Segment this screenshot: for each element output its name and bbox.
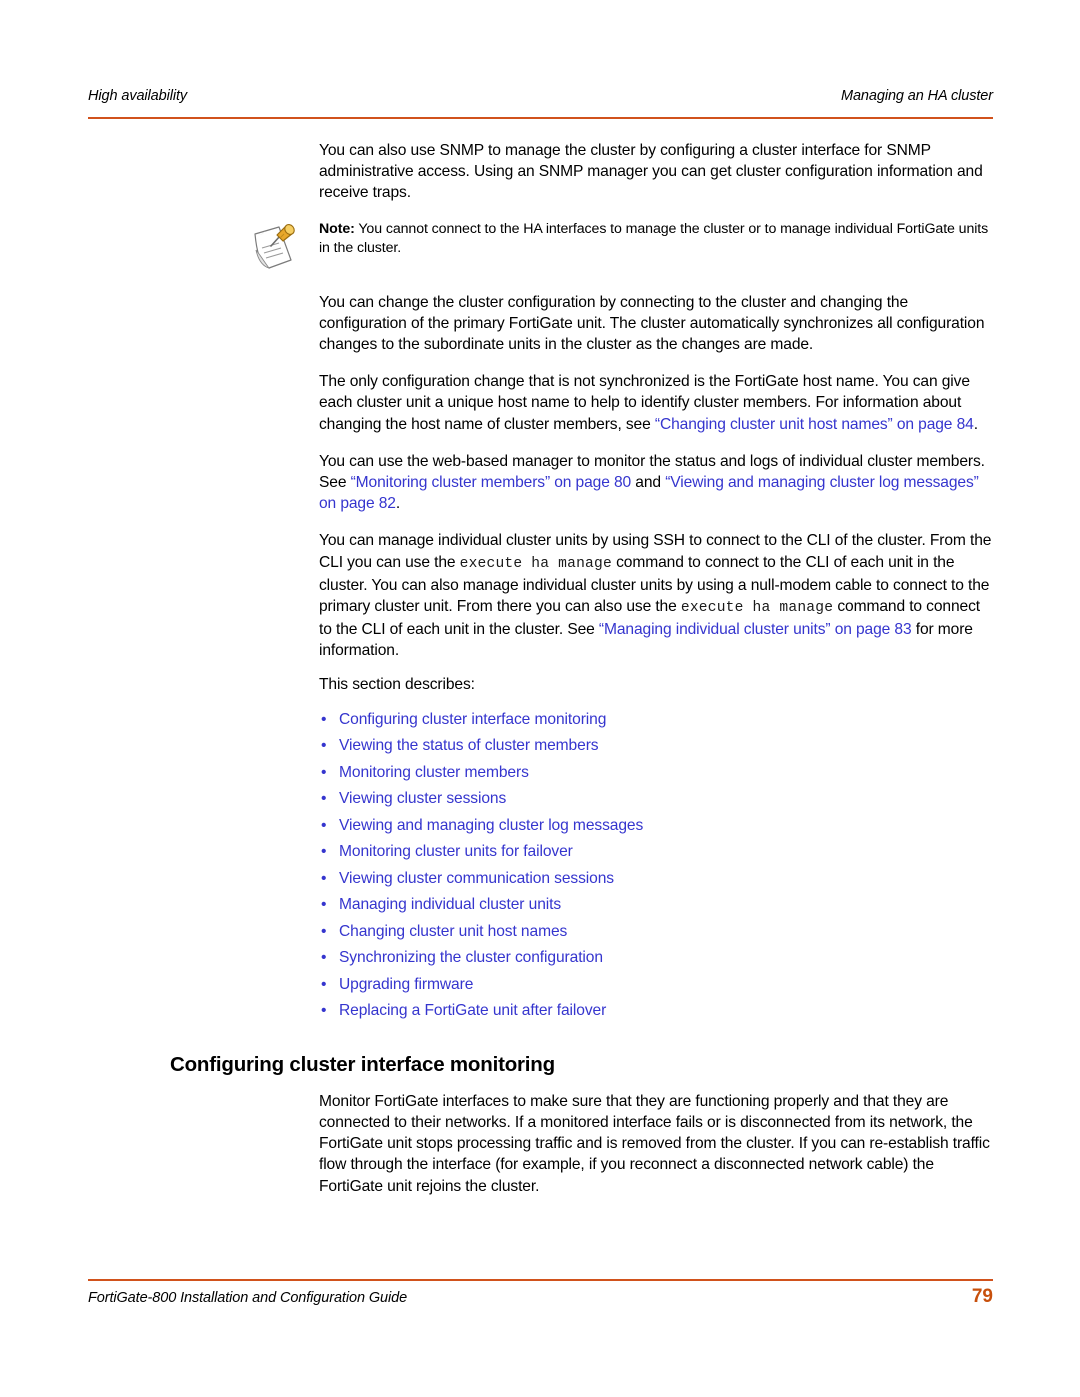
paragraph-web-manager: You can use the web-based manager to mon… — [319, 451, 993, 515]
list-item[interactable]: • Monitoring cluster units for failover — [319, 839, 999, 866]
list-item-label[interactable]: Monitoring cluster units for failover — [339, 843, 573, 860]
note-text: Note: You cannot connect to the HA inter… — [319, 220, 995, 259]
paragraph-snmp: You can also use SNMP to manage the clus… — [319, 142, 983, 202]
running-header: High availability Managing an HA cluster — [88, 88, 993, 104]
list-item[interactable]: • Viewing and managing cluster log messag… — [319, 813, 999, 840]
bullet-marker-icon: • — [321, 843, 327, 861]
paragraph-hostname-text-2: . — [973, 415, 978, 433]
list-item-label[interactable]: Viewing cluster communication sessions — [339, 870, 614, 887]
bullet-marker-icon: • — [321, 737, 327, 755]
paragraph-ssh-cli: You can manage individual cluster units … — [319, 530, 993, 661]
list-item-label[interactable]: Upgrading firmware — [339, 976, 473, 993]
footer-guide-title: FortiGate-800 Installation and Configura… — [88, 1290, 408, 1306]
list-item-label[interactable]: Changing cluster unit host names — [339, 923, 567, 940]
list-item[interactable]: • Changing cluster unit host names — [319, 919, 999, 946]
list-item[interactable]: • Monitoring cluster members — [319, 760, 999, 787]
list-item[interactable]: • Viewing the status of cluster members — [319, 733, 999, 760]
list-item[interactable]: • Configuring cluster interface monitorin… — [319, 707, 999, 734]
bullet-marker-icon: • — [321, 790, 327, 808]
section-heading: Configuring cluster interface monitoring — [170, 1052, 555, 1076]
document-page: High availability Managing an HA cluster… — [0, 0, 1080, 1397]
list-item-label[interactable]: Viewing cluster sessions — [339, 790, 506, 807]
link-managing-individual-cluster-units[interactable]: “Managing individual cluster units” on p… — [599, 621, 912, 638]
list-item[interactable]: • Viewing cluster sessions — [319, 786, 999, 813]
list-item-label[interactable]: Viewing and managing cluster log message… — [339, 817, 643, 834]
bullet-marker-icon: • — [321, 922, 327, 940]
link-changing-cluster-unit-host-names[interactable]: “Changing cluster unit host names” on pa… — [655, 416, 974, 433]
bullet-marker-icon: • — [321, 975, 327, 993]
page-content: You can also use SNMP to manage the clus… — [0, 140, 1080, 1213]
page-footer: FortiGate-800 Installation and Configura… — [88, 1286, 993, 1308]
header-divider-rule — [88, 117, 993, 119]
list-item-label[interactable]: Viewing the status of cluster members — [339, 737, 599, 754]
list-item[interactable]: • Replacing a FortiGate unit after failov… — [319, 998, 999, 1025]
bullet-marker-icon: • — [321, 949, 327, 967]
bullet-marker-icon: • — [321, 1002, 327, 1020]
bullet-marker-icon: • — [321, 896, 327, 914]
cli-command-execute-ha-manage-1: execute ha manage — [459, 555, 612, 572]
cli-command-execute-ha-manage-2: execute ha manage — [680, 600, 834, 617]
footer-divider-rule — [88, 1279, 993, 1281]
list-item[interactable]: • Synchronizing the cluster configuration — [319, 945, 999, 972]
list-item-label[interactable]: Configuring cluster interface monitoring — [339, 711, 606, 728]
paragraph-web-manager-text-2: and — [631, 474, 666, 492]
link-monitoring-cluster-members[interactable]: “Monitoring cluster members” on page 80 — [351, 474, 632, 491]
list-item-label[interactable]: Managing individual cluster units — [339, 896, 561, 913]
footer-page-number: 79 — [971, 1286, 993, 1307]
note-label: Note: — [319, 220, 355, 237]
bullet-marker-icon: • — [321, 763, 327, 781]
section-topic-list: • Configuring cluster interface monitorin… — [0, 707, 1080, 1025]
bullet-marker-icon: • — [321, 869, 327, 887]
list-item-label[interactable]: Replacing a FortiGate unit after failove… — [339, 1002, 606, 1019]
paragraph-web-manager-text-3: . — [395, 495, 401, 513]
note-pushpin-icon — [249, 222, 297, 272]
section-intro-text: This section describes: — [319, 675, 475, 693]
note-body: You cannot connect to the HA interfaces … — [319, 220, 989, 257]
list-item[interactable]: • Upgrading firmware — [319, 972, 999, 999]
bullet-marker-icon: • — [321, 816, 327, 834]
list-item[interactable]: • Managing individual cluster units — [319, 892, 999, 919]
list-item-label[interactable]: Synchronizing the cluster configuration — [339, 949, 603, 966]
paragraph-interface-monitoring: Monitor FortiGate interfaces to make sur… — [319, 1092, 990, 1195]
paragraph-hostname: The only configuration change that is no… — [319, 371, 993, 435]
list-item-label[interactable]: Monitoring cluster members — [339, 764, 529, 781]
running-header-left: High availability — [88, 88, 188, 104]
running-header-right: Managing an HA cluster — [840, 88, 993, 104]
list-item[interactable]: • Viewing cluster communication sessions — [319, 866, 999, 893]
bullet-marker-icon: • — [321, 710, 327, 728]
paragraph-change-config: You can change the cluster configuration… — [319, 293, 985, 354]
note-callout: Note: You cannot connect to the HA inter… — [0, 220, 1080, 276]
